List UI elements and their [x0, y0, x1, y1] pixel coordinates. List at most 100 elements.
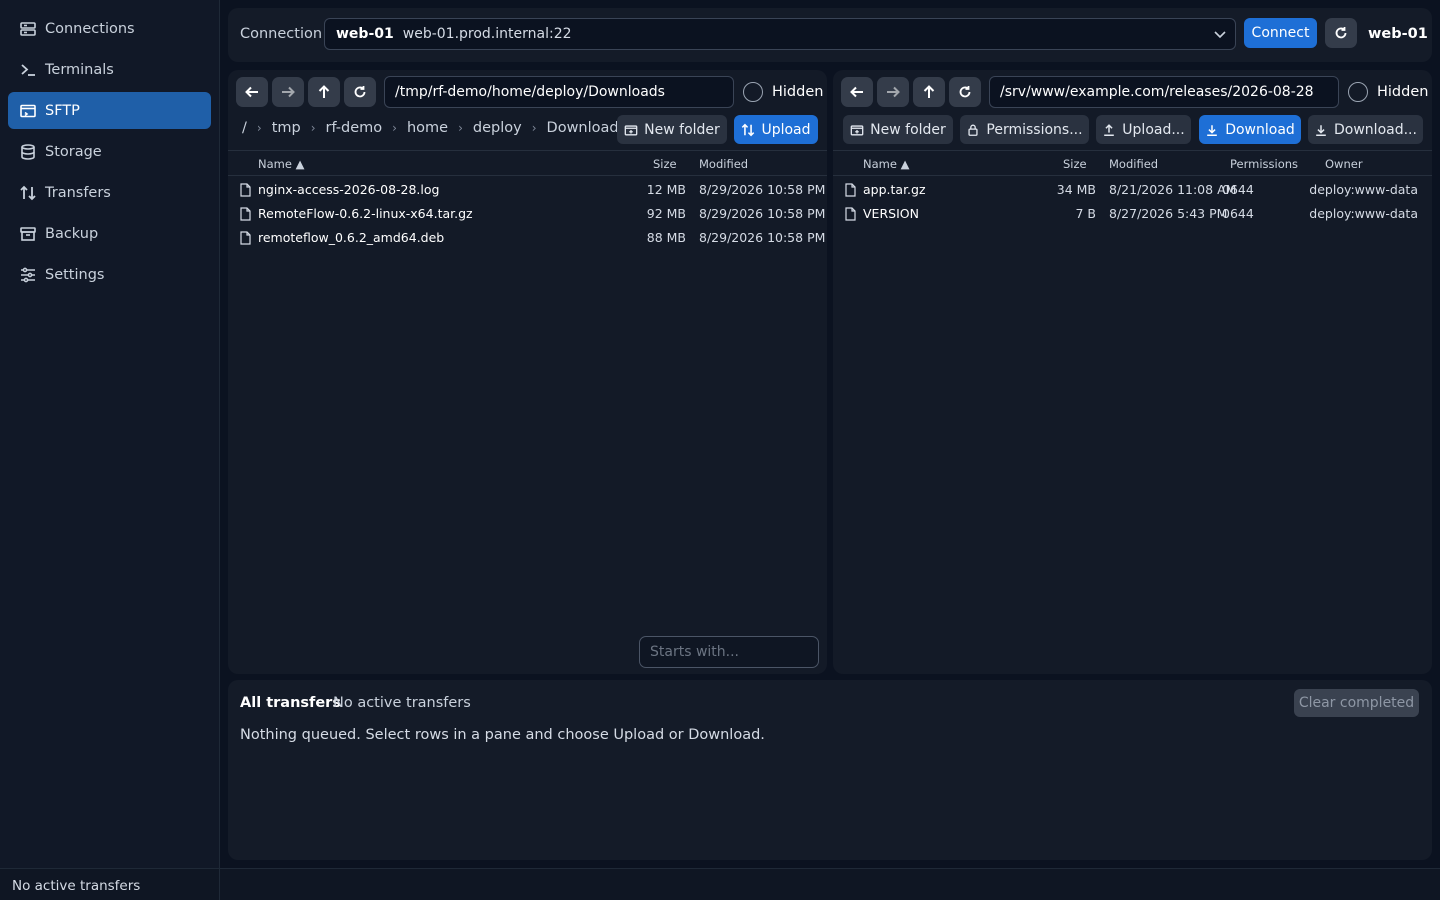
column-size[interactable]: Size	[653, 157, 677, 171]
refresh-button[interactable]	[949, 77, 981, 107]
refresh-icon	[1335, 27, 1347, 39]
remote-table-header: Name ▲ Size Modified Permissions Owner	[833, 150, 1432, 176]
file-name: remoteflow_0.6.2_amd64.deb	[258, 230, 445, 245]
active-connection-name: web-01	[1368, 26, 1428, 42]
upload-icon	[1104, 123, 1115, 136]
permissions-button[interactable]: Permissions...	[960, 115, 1089, 144]
breadcrumb-root[interactable]: /	[242, 120, 247, 136]
local-path-input[interactable]: /tmp/rf-demo/home/deploy/Downloads	[384, 76, 734, 108]
column-owner[interactable]: Owner	[1325, 157, 1363, 171]
sidebar-item-connections[interactable]: Connections	[8, 10, 211, 47]
hidden-label: Hidden	[1377, 84, 1429, 100]
file-owner: deploy:www-data	[1309, 182, 1418, 197]
local-upload-button[interactable]: Upload	[734, 115, 818, 144]
breadcrumb-separator: ›	[458, 121, 463, 135]
file-name: RemoteFlow-0.6.2-linux-x64.tar.gz	[258, 206, 473, 221]
upload-label: Upload...	[1122, 121, 1185, 138]
file-permissions: 0644	[1222, 206, 1254, 221]
table-row[interactable]: nginx-access-2026-08-28.log 12 MB 8/29/2…	[228, 178, 827, 202]
table-row[interactable]: remoteflow_0.6.2_amd64.deb 88 MB 8/29/20…	[228, 226, 827, 250]
sidebar: Connections Terminals SFTP Storage Trans…	[0, 0, 220, 868]
transfers-panel: All transfers No active transfers Clear …	[228, 680, 1432, 860]
download-as-label: Download...	[1334, 121, 1417, 138]
status-bar: No active transfers	[0, 868, 1440, 900]
remote-upload-button[interactable]: Upload...	[1096, 115, 1191, 144]
table-row[interactable]: VERSION 7 B 8/27/2026 5:43 PM 0644 deplo…	[833, 202, 1432, 226]
table-row[interactable]: RemoteFlow-0.6.2-linux-x64.tar.gz 92 MB …	[228, 202, 827, 226]
download-as-button[interactable]: Download...	[1308, 115, 1423, 144]
breadcrumb-item[interactable]: rf-demo	[326, 120, 383, 136]
breadcrumb-item[interactable]: Downloads	[547, 120, 627, 136]
hidden-label: Hidden	[772, 84, 824, 100]
sidebar-item-label: SFTP	[45, 102, 80, 119]
sidebar-item-label: Terminals	[45, 61, 114, 78]
folder-plus-icon	[850, 124, 864, 135]
new-folder-label: New folder	[870, 121, 946, 138]
column-permissions[interactable]: Permissions	[1230, 157, 1298, 171]
breadcrumb-separator: ›	[256, 121, 262, 135]
filter-input[interactable]: Starts with...	[639, 636, 819, 668]
arrow-right-icon	[887, 86, 900, 98]
back-button[interactable]	[236, 77, 268, 107]
up-button[interactable]	[913, 77, 945, 107]
sidebar-item-sftp[interactable]: SFTP	[8, 92, 211, 129]
file-name: nginx-access-2026-08-28.log	[258, 182, 440, 197]
file-icon	[240, 183, 251, 197]
download-icon	[1207, 124, 1218, 136]
sidebar-item-transfers[interactable]: Transfers	[8, 174, 211, 211]
breadcrumb-item[interactable]: home	[407, 120, 448, 136]
transfers-status: No active transfers	[333, 695, 471, 711]
arrow-up-icon	[923, 85, 935, 98]
column-name[interactable]: Name ▲	[863, 157, 909, 171]
connection-selected-host: web-01.prod.internal:22	[402, 26, 572, 42]
back-button[interactable]	[841, 77, 873, 107]
sidebar-item-label: Connections	[45, 20, 135, 37]
sidebar-item-settings[interactable]: Settings	[8, 256, 211, 293]
transfer-arrows-icon	[20, 185, 36, 200]
hidden-radio[interactable]	[1348, 82, 1368, 102]
connect-button[interactable]: Connect	[1244, 18, 1317, 48]
column-modified[interactable]: Modified	[699, 157, 748, 171]
sidebar-item-label: Transfers	[45, 184, 111, 201]
connection-label: Connection	[240, 26, 323, 42]
connection-bar: Connection web-01 web-01.prod.internal:2…	[228, 8, 1432, 62]
file-modified: 8/29/2026 10:58 PM	[699, 230, 826, 245]
forward-button[interactable]	[272, 77, 304, 107]
sidebar-item-label: Settings	[45, 266, 105, 283]
remote-hidden-toggle[interactable]: Hidden	[1348, 82, 1428, 102]
sidebar-item-label: Storage	[45, 143, 102, 160]
file-icon	[240, 231, 251, 245]
local-pane: /tmp/rf-demo/home/deploy/Downloads Hidde…	[228, 70, 827, 674]
file-permissions: 0644	[1222, 182, 1254, 197]
forward-button[interactable]	[877, 77, 909, 107]
sidebar-item-terminals[interactable]: Terminals	[8, 51, 211, 88]
file-modified: 8/29/2026 10:58 PM	[699, 182, 826, 197]
local-hidden-toggle[interactable]: Hidden	[743, 82, 823, 102]
remote-path-input[interactable]: /srv/www/example.com/releases/2026-08-28	[989, 76, 1339, 108]
table-row[interactable]: app.tar.gz 34 MB 8/21/2026 11:08 AM 0644…	[833, 178, 1432, 202]
column-modified[interactable]: Modified	[1109, 157, 1158, 171]
file-size: 92 MB	[646, 206, 686, 221]
sidebar-item-storage[interactable]: Storage	[8, 133, 211, 170]
database-icon	[21, 143, 35, 160]
hidden-radio[interactable]	[743, 82, 763, 102]
breadcrumb: / › tmp › rf-demo › home › deploy › Down…	[242, 120, 626, 136]
connection-select[interactable]: web-01 web-01.prod.internal:22	[324, 18, 1236, 50]
breadcrumb-item[interactable]: deploy	[473, 120, 522, 136]
status-text: No active transfers	[0, 869, 220, 900]
remote-new-folder-button[interactable]: New folder	[843, 115, 953, 144]
column-size[interactable]: Size	[1063, 157, 1087, 171]
file-icon	[845, 207, 856, 221]
clear-completed-button[interactable]: Clear completed	[1294, 689, 1419, 717]
refresh-button[interactable]	[344, 77, 376, 107]
sidebar-item-backup[interactable]: Backup	[8, 215, 211, 252]
download-button[interactable]: Download	[1199, 115, 1301, 144]
breadcrumb-item[interactable]: tmp	[272, 120, 301, 136]
download-icon	[1316, 124, 1326, 136]
arrow-left-icon	[850, 86, 863, 98]
local-new-folder-button[interactable]: New folder	[617, 115, 727, 144]
reconnect-button[interactable]	[1325, 18, 1357, 48]
connection-selected-name: web-01	[336, 26, 394, 42]
column-name[interactable]: Name ▲	[258, 157, 304, 171]
up-button[interactable]	[308, 77, 340, 107]
